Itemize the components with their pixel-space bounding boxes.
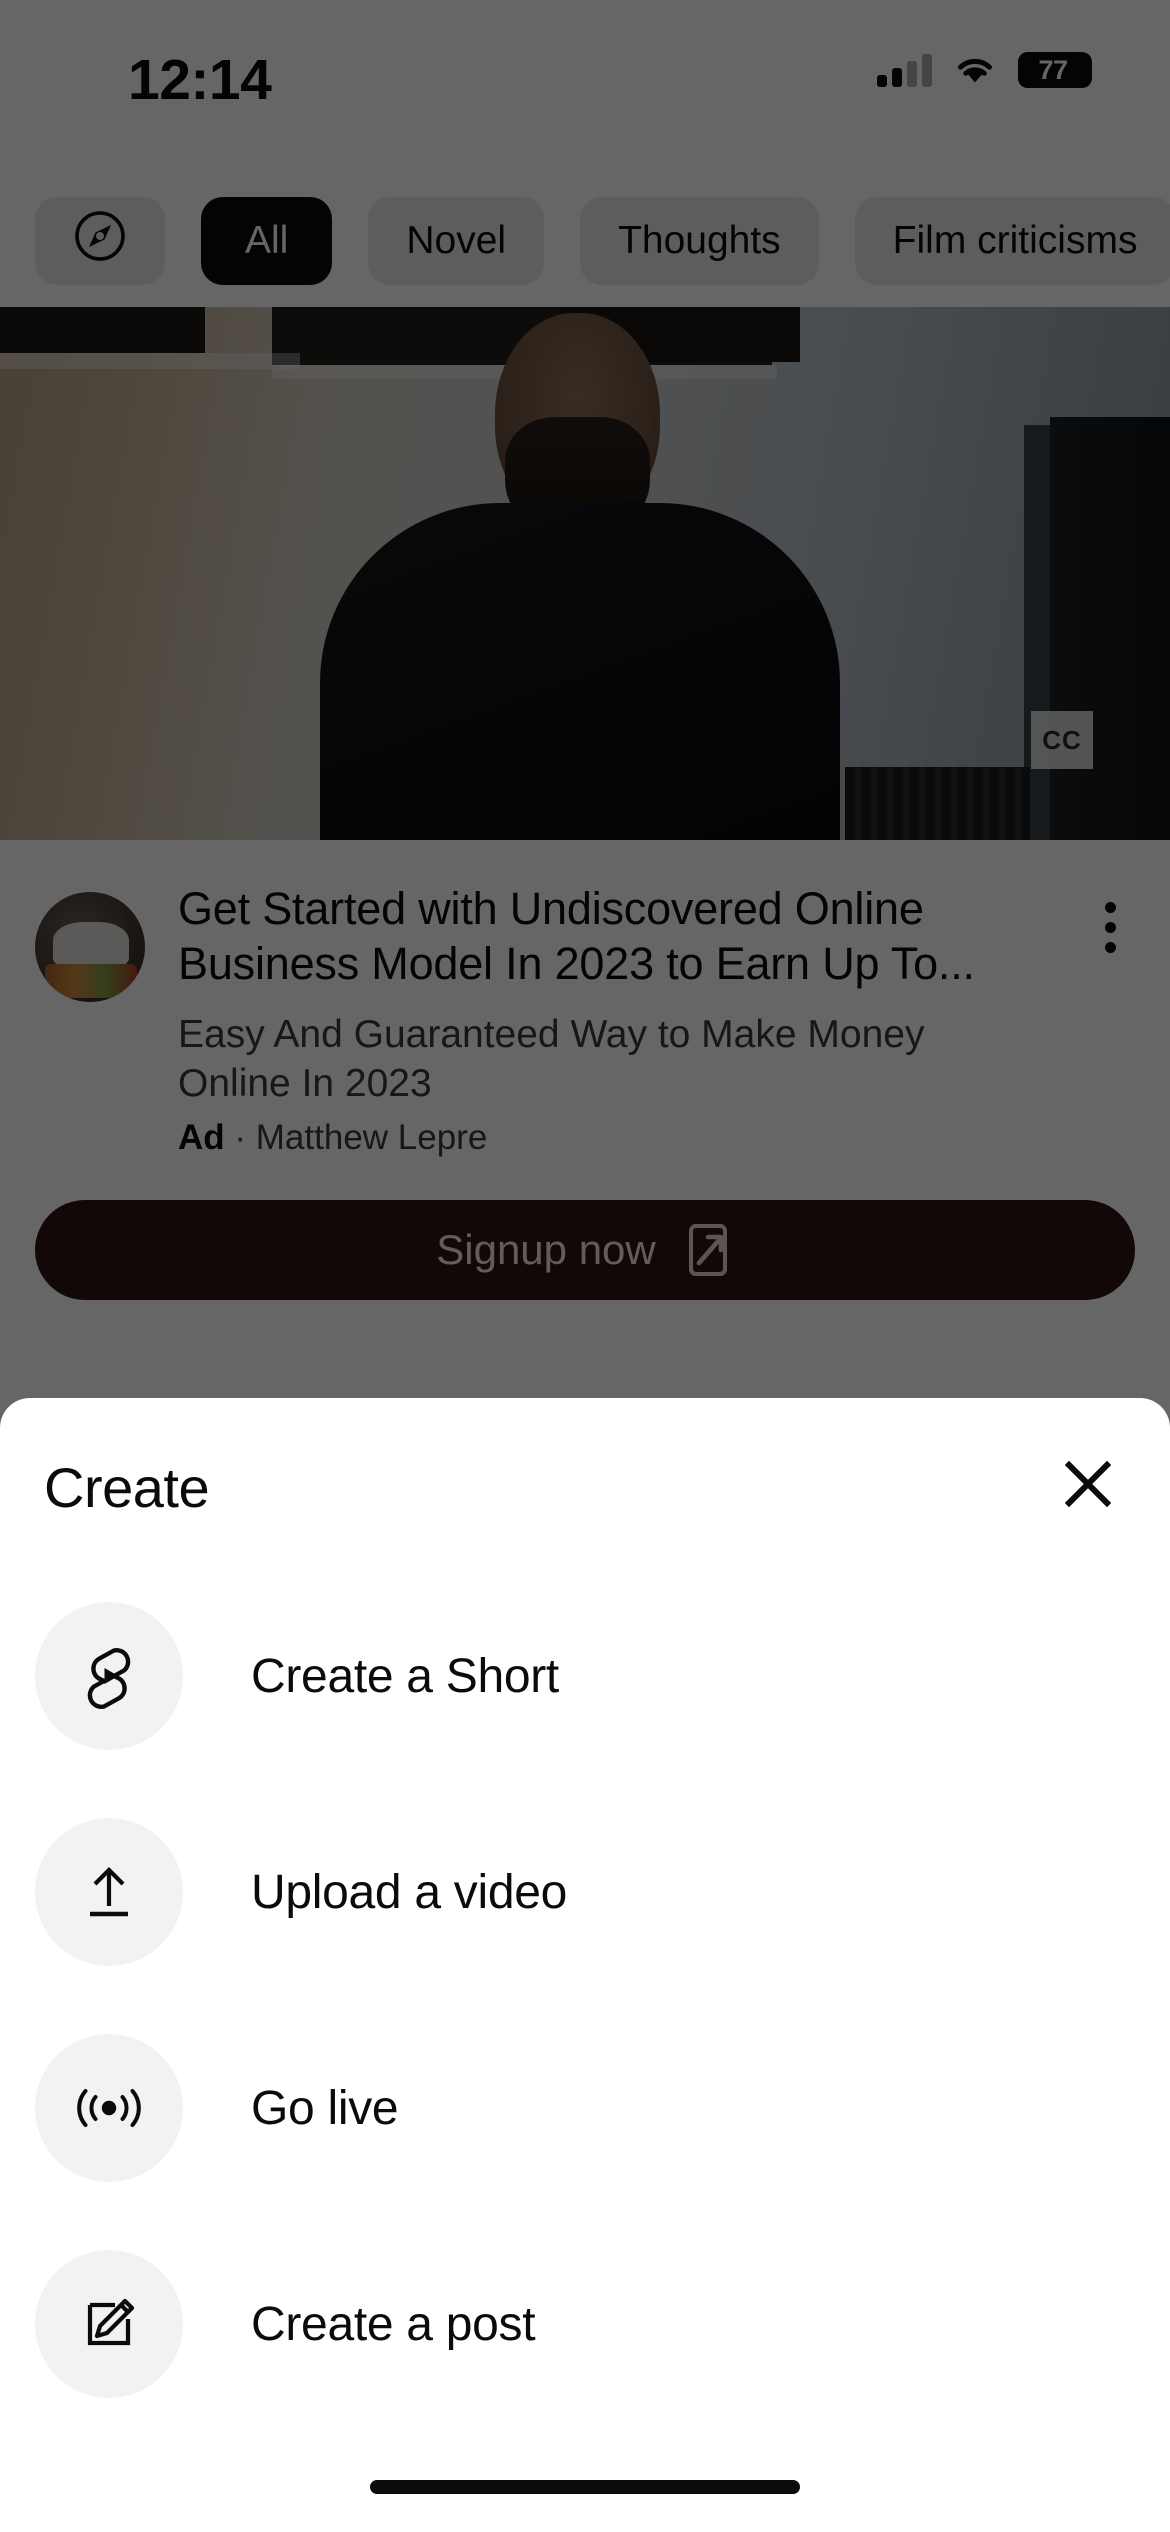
close-icon	[1059, 1455, 1117, 1518]
shorts-icon	[35, 1602, 183, 1750]
menu-item-go-live[interactable]: Go live	[0, 2000, 1170, 2216]
edit-pencil-square-icon	[35, 2250, 183, 2398]
menu-item-label: Go live	[251, 2081, 398, 2136]
menu-item-label: Create a post	[251, 2297, 535, 2352]
menu-item-upload-a-video[interactable]: Upload a video	[0, 1784, 1170, 2000]
menu-item-create-a-short[interactable]: Create a Short	[0, 1568, 1170, 1784]
sheet-title: Create	[44, 1455, 209, 1520]
create-options-list: Create a Short Upload a video	[0, 1568, 1170, 2432]
menu-item-label: Create a Short	[251, 1649, 559, 1704]
menu-item-create-a-post[interactable]: Create a post	[0, 2216, 1170, 2432]
home-indicator	[370, 2480, 800, 2494]
upload-icon	[35, 1818, 183, 1966]
sheet-header: Create	[0, 1398, 1170, 1568]
phone-screen: 12:14 77	[0, 0, 1170, 2532]
menu-item-label: Upload a video	[251, 1865, 567, 1920]
broadcast-live-icon	[35, 2034, 183, 2182]
create-bottom-sheet: Create Create a Short	[0, 1398, 1170, 2532]
close-button[interactable]	[1048, 1446, 1128, 1526]
